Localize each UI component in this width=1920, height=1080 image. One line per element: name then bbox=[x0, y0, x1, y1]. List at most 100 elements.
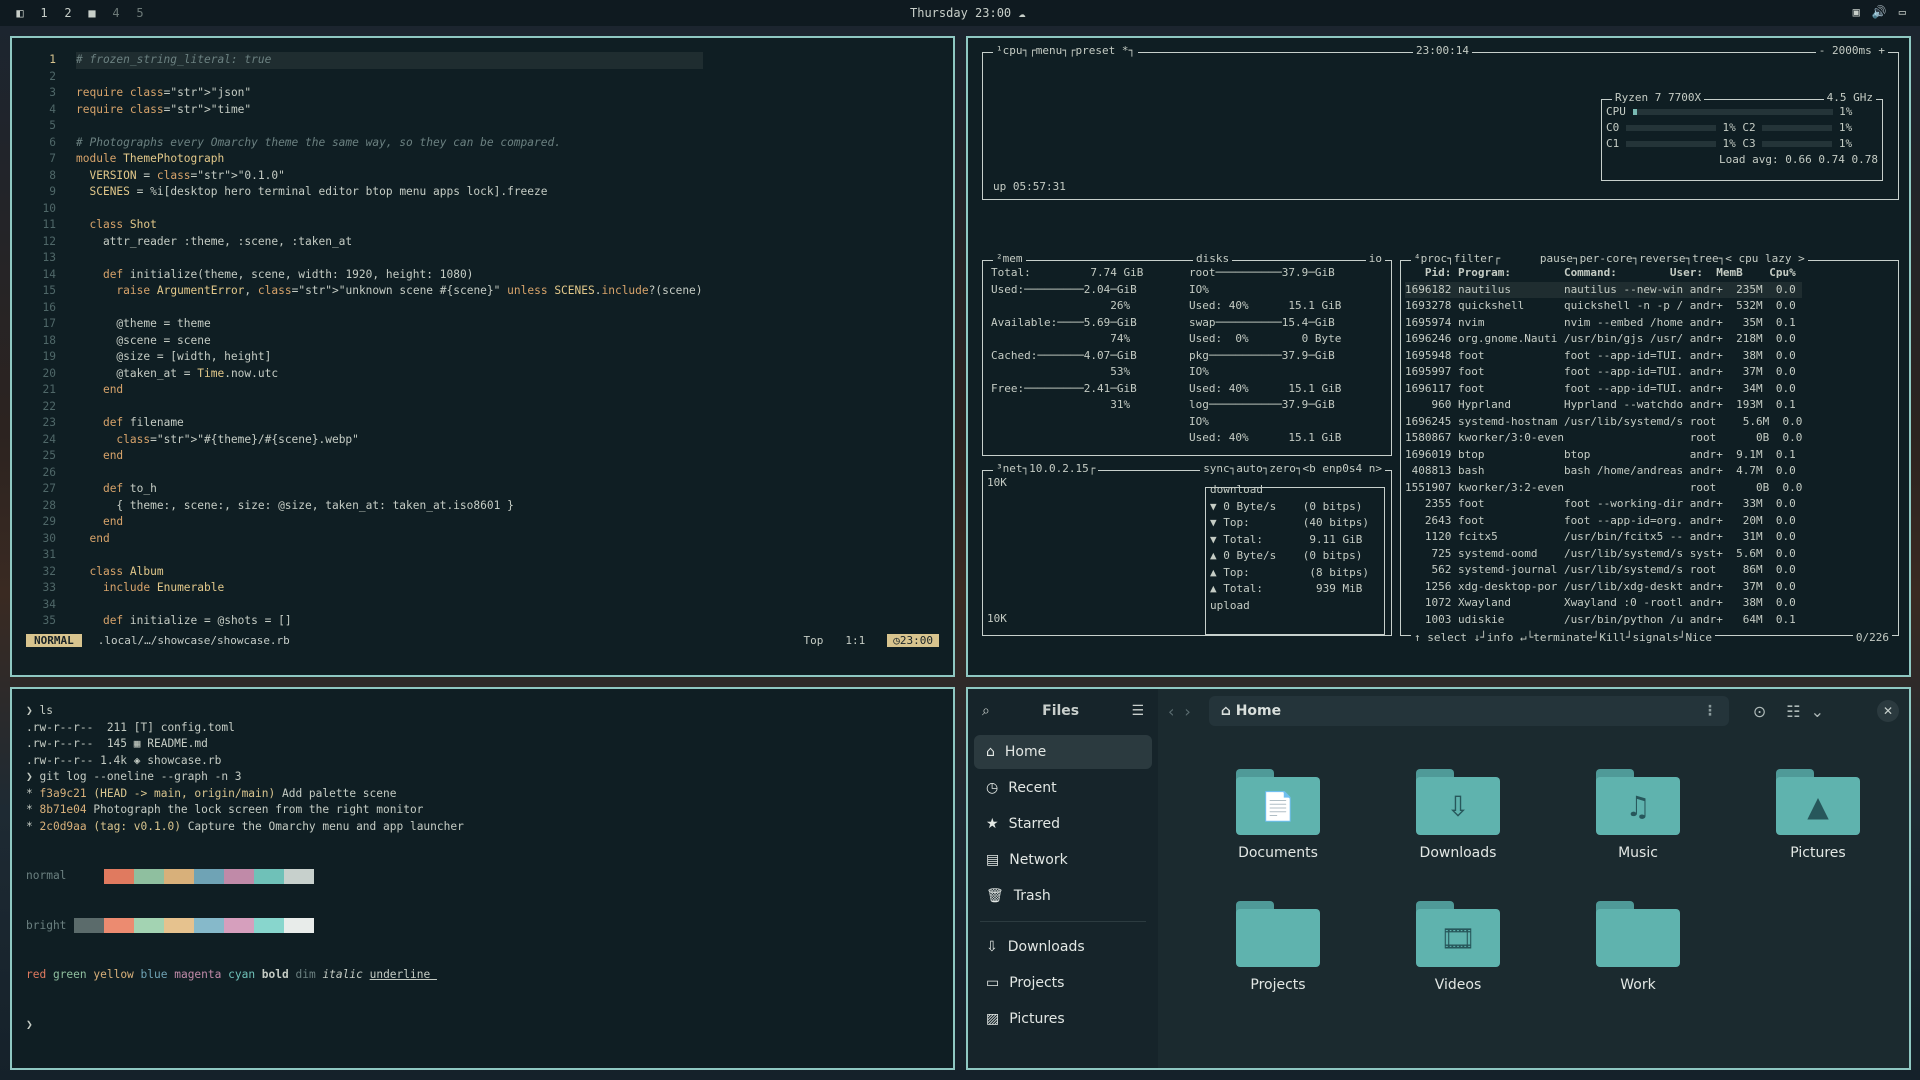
editor-window[interactable]: 1 2 3 4 5 6 7 8 9 10 11 12 13 14 15 16 17 18 19 20 21 22 23 24 2… bbox=[10, 36, 955, 677]
code-line[interactable] bbox=[76, 118, 703, 135]
process-row[interactable]: 1696117 foot foot --app-id=TUI. andr+ 34… bbox=[1405, 381, 1802, 398]
sidebar-item-trash[interactable]: 🗑 Trash bbox=[974, 879, 1152, 913]
code-line[interactable] bbox=[76, 201, 703, 218]
folder-documents[interactable]: 📄 Documents bbox=[1188, 769, 1368, 861]
workspace-3-active[interactable]: ■ bbox=[86, 6, 98, 20]
files-window[interactable]: ⌕ Files ☰ ⌂ Home ◷ Recent ★ Starred ▤ Network 🗑 T… bbox=[966, 687, 1911, 1070]
process-row[interactable]: 1696019 btop btop andr+ 9.1M 0.1 bbox=[1405, 447, 1802, 464]
forward-icon[interactable]: › bbox=[1184, 702, 1190, 721]
code-line[interactable]: # frozen_string_literal: true bbox=[76, 52, 703, 69]
process-row[interactable]: 1551907 kworker/3:2-even root 0B 0.0 bbox=[1405, 480, 1802, 497]
more-icon[interactable]: ⋮ bbox=[1703, 703, 1717, 719]
btop-window[interactable]: ¹cpu┐┌menu┐┌preset *┐ 23:00:14 - 2000ms … bbox=[966, 36, 1911, 677]
process-row[interactable]: 1696245 systemd-hostnam /usr/lib/systemd… bbox=[1405, 414, 1802, 431]
clock[interactable]: Thursday 23:00 ☁ bbox=[910, 6, 1026, 20]
process-row[interactable]: 1696182 nautilus nautilus --new-win andr… bbox=[1405, 281, 1803, 298]
code-line[interactable]: # Photographs every Omarchy theme the sa… bbox=[76, 135, 703, 152]
folder-pictures[interactable]: ▲ Pictures bbox=[1728, 769, 1908, 861]
code-line[interactable]: def initialize = @shots = [] bbox=[76, 613, 703, 630]
code-line[interactable]: { theme:, scene:, size: @size, taken_at:… bbox=[76, 498, 703, 515]
code-line[interactable] bbox=[76, 250, 703, 267]
process-row[interactable]: 1003 udiskie /usr/bin/python /u andr+ 64… bbox=[1405, 612, 1802, 629]
sidebar-item-projects[interactable]: ▭ Projects bbox=[974, 966, 1152, 1000]
code-line[interactable]: SCENES = %i[desktop hero terminal editor… bbox=[76, 184, 703, 201]
monitor-icon[interactable]: ▭ bbox=[1899, 5, 1906, 19]
code-line[interactable]: @theme = theme bbox=[76, 316, 703, 333]
search-icon[interactable]: ⌕ bbox=[982, 703, 990, 719]
io-toggle[interactable]: io bbox=[1365, 252, 1385, 265]
code-line[interactable]: end bbox=[76, 448, 703, 465]
process-row[interactable]: 1120 fcitx5 /usr/bin/fcitx5 -- andr+ 31M… bbox=[1405, 529, 1802, 546]
sidebar-item-pictures[interactable]: ▨ Pictures bbox=[974, 1002, 1152, 1036]
code-line[interactable] bbox=[76, 399, 703, 416]
folder-downloads[interactable]: ⇩ Downloads bbox=[1368, 769, 1548, 861]
list-view-icon[interactable]: ☷ bbox=[1786, 702, 1800, 721]
process-row[interactable]: 960 Hyprland Hyprland --watchdo andr+ 19… bbox=[1405, 397, 1802, 414]
menu-icon[interactable]: ☰ bbox=[1131, 703, 1144, 719]
code-line[interactable]: require class="str">"time" bbox=[76, 102, 703, 119]
process-row[interactable]: 408813 bash bash /home/andreas andr+ 4.7… bbox=[1405, 463, 1802, 480]
terminal-window[interactable]: ❯ ls .rw-r--r-- 211 [T] config.toml .rw-r-… bbox=[10, 687, 955, 1070]
proc-title[interactable]: ⁴proc┐filter┌ pause┐per-core┐reverse┐tre… bbox=[1411, 252, 1808, 265]
process-row[interactable]: 1580867 kworker/3:0-even root 0B 0.0 bbox=[1405, 430, 1802, 447]
code-line[interactable]: @taken_at = Time.now.utc bbox=[76, 366, 703, 383]
terminal-output[interactable]: ❯ ls .rw-r--r-- 211 [T] config.toml .rw-r-… bbox=[26, 703, 464, 835]
workspace-4[interactable]: 4 bbox=[110, 6, 122, 20]
sidebar-item-downloads[interactable]: ⇩ Downloads bbox=[974, 930, 1152, 964]
code-line[interactable]: end bbox=[76, 382, 703, 399]
chevron-down-icon[interactable]: ⌄ bbox=[1811, 702, 1824, 721]
code-line[interactable]: def to_h bbox=[76, 481, 703, 498]
update-interval[interactable]: - 2000ms + bbox=[1815, 44, 1888, 57]
code-line[interactable]: @scene = scene bbox=[76, 333, 703, 350]
process-row[interactable]: 1695997 foot foot --app-id=TUI. andr+ 37… bbox=[1405, 364, 1802, 381]
back-icon[interactable]: ‹ bbox=[1168, 702, 1174, 721]
prompt[interactable]: ❯ bbox=[26, 1017, 437, 1034]
process-row[interactable]: 1696246 org.gnome.Nauti /usr/bin/gjs /us… bbox=[1405, 331, 1802, 348]
code-line[interactable]: class Shot bbox=[76, 217, 703, 234]
cpu-title[interactable]: ¹cpu┐┌menu┐┌preset *┐ bbox=[993, 44, 1139, 57]
folder-music[interactable]: ♫ Music bbox=[1548, 769, 1728, 861]
process-row[interactable]: 1695974 nvim nvim --embed /home andr+ 35… bbox=[1405, 315, 1802, 332]
code-line[interactable]: require class="str">"json" bbox=[76, 85, 703, 102]
process-row[interactable]: 562 systemd-journal /usr/lib/systemd/s r… bbox=[1405, 562, 1802, 579]
proc-footer[interactable]: ↑ select ↓┘info ↵└terminate┘Kill┘signals… bbox=[1411, 631, 1716, 644]
code-line[interactable]: class="str">"#{theme}/#{scene}.webp" bbox=[76, 432, 703, 449]
folder-videos[interactable]: 🎞 Videos bbox=[1368, 901, 1548, 993]
process-row[interactable]: 1256 xdg-desktop-por /usr/lib/xdg-deskt … bbox=[1405, 579, 1802, 596]
workspace-5[interactable]: 5 bbox=[134, 6, 146, 20]
code-line[interactable]: raise ArgumentError, class="str">"unknow… bbox=[76, 283, 702, 300]
code-line[interactable]: class Album bbox=[76, 564, 703, 581]
workspace-icon[interactable]: ◧ bbox=[14, 6, 26, 20]
folder-projects[interactable]: Projects bbox=[1188, 901, 1368, 993]
sidebar-item-network[interactable]: ▤ Network bbox=[974, 843, 1152, 877]
code-line[interactable]: attr_reader :theme, :scene, :taken_at bbox=[76, 234, 703, 251]
code-line[interactable]: def filename bbox=[76, 415, 703, 432]
process-row[interactable]: 2355 foot foot --working-dir andr+ 33M 0… bbox=[1405, 496, 1802, 513]
volume-icon[interactable]: 🔊 bbox=[1872, 5, 1887, 19]
process-row[interactable]: 1695948 foot foot --app-id=TUI. andr+ 38… bbox=[1405, 348, 1802, 365]
code-line[interactable] bbox=[76, 300, 703, 317]
process-row[interactable]: 2643 foot foot --app-id=org. andr+ 20M 0… bbox=[1405, 513, 1802, 530]
camera-icon[interactable]: ⊙ bbox=[1753, 702, 1766, 721]
workspace-1[interactable]: 1 bbox=[38, 6, 50, 20]
code-line[interactable]: VERSION = class="str">"0.1.0" bbox=[76, 168, 703, 185]
net-title[interactable]: ³net┐10.0.2.15┌ bbox=[993, 462, 1099, 475]
code-line[interactable] bbox=[76, 465, 703, 482]
code-line[interactable] bbox=[76, 547, 703, 564]
sidebar-item-starred[interactable]: ★ Starred bbox=[974, 807, 1152, 841]
sidebar-item-home[interactable]: ⌂ Home bbox=[974, 735, 1152, 769]
workspace-2[interactable]: 2 bbox=[62, 6, 74, 20]
folder-work[interactable]: Work bbox=[1548, 901, 1728, 993]
process-row[interactable]: 1072 Xwayland Xwayland :0 -rootl andr+ 3… bbox=[1405, 595, 1802, 612]
code-line[interactable]: end bbox=[76, 531, 703, 548]
net-controls[interactable]: sync┐auto┐zero┐<b enp0s4 n> bbox=[1200, 462, 1385, 475]
code-line[interactable]: @size = [width, height] bbox=[76, 349, 703, 366]
process-row[interactable]: 725 systemd-oomd /usr/lib/systemd/s syst… bbox=[1405, 546, 1802, 563]
process-row[interactable]: 1693278 quickshell quickshell -n -p / an… bbox=[1405, 298, 1802, 315]
disks-title[interactable]: disks bbox=[1193, 252, 1233, 265]
code-line[interactable] bbox=[76, 69, 703, 86]
code-line[interactable]: def initialize(theme, scene, width: 1920… bbox=[76, 267, 703, 284]
code-line[interactable]: end bbox=[76, 514, 703, 531]
code-buffer[interactable]: # frozen_string_literal: true require cl… bbox=[76, 52, 703, 630]
code-line[interactable] bbox=[76, 597, 703, 614]
